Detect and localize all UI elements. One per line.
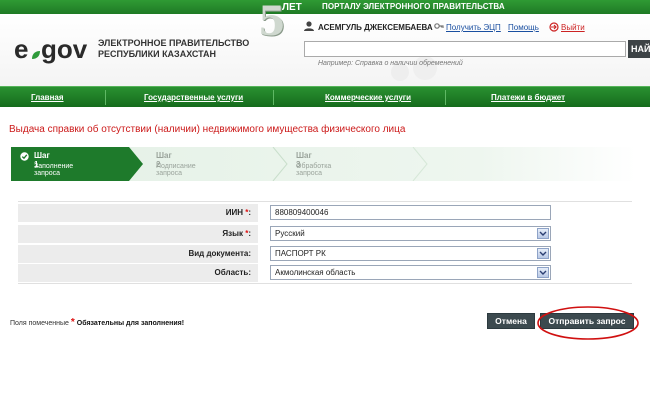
header-watermark-icon [391, 56, 437, 81]
user-icon [304, 21, 314, 31]
nav-separator [445, 90, 446, 105]
logo-gov: gov [41, 34, 88, 64]
label-cell: Область: [18, 264, 258, 282]
cancel-button[interactable]: Отмена [487, 313, 535, 329]
chevron-down-icon[interactable] [537, 228, 549, 239]
page-title: Выдача справки об отсутствии (наличии) н… [9, 124, 406, 135]
get-eds-link[interactable]: Получить ЭЦП [446, 23, 501, 32]
label-cell: Язык *: [18, 225, 258, 243]
doc-type-value: ПАСПОРТ РК [275, 249, 326, 258]
required-note: Поля помеченные * Обязательны для заполн… [10, 317, 185, 328]
nav-item-home[interactable]: Главная [31, 93, 64, 102]
search-hint: Например: Справка о наличии обременений [318, 60, 463, 67]
nav-separator [273, 90, 274, 105]
step-1-subtitle: Заполнение запроса [34, 163, 74, 177]
iin-input[interactable] [270, 205, 551, 220]
language-value: Русский [275, 229, 305, 238]
main-nav: Главная Государственные услуги Коммерчес… [0, 86, 650, 107]
portal-title: ПОРТАЛУ ЭЛЕКТРОННОГО ПРАВИТЕЛЬСТВА [322, 2, 505, 11]
language-label: Язык *: [222, 229, 251, 238]
top-bar: ПОРТАЛУ ЭЛЕКТРОННОГО ПРАВИТЕЛЬСТВА [0, 0, 650, 14]
region-label: Область: [214, 268, 251, 277]
iin-label: ИИН *: [225, 208, 251, 217]
doc-type-label: Вид документа: [188, 249, 251, 258]
form-row-iin: ИИН *: [18, 204, 632, 222]
search-button[interactable]: НАЙ [628, 40, 650, 58]
doc-type-select[interactable]: ПАСПОРТ РК [270, 246, 551, 261]
chevron-down-icon[interactable] [537, 248, 549, 259]
help-link[interactable]: Помощь [508, 23, 539, 32]
user-name: АСЕМГУЛЬ ДЖЕКСЕМБАЕВА [318, 23, 433, 32]
logo-text: ЭЛЕКТРОННОЕ ПРАВИТЕЛЬСТВО РЕСПУБЛИКИ КАЗ… [98, 38, 249, 60]
nav-item-commercial-services[interactable]: Коммерческие услуги [325, 93, 411, 102]
step-3-subtitle: Обработка запроса [296, 163, 332, 177]
form-row-region: Область: Акмолинская область [18, 264, 632, 282]
logo-line-2: РЕСПУБЛИКИ КАЗАХСТАН [98, 49, 217, 59]
label-cell: Вид документа: [18, 245, 258, 263]
form-row-language: Язык *: Русский [18, 225, 632, 243]
wizard-steps: Шаг 1 Заполнение запроса Шаг 2 Подписани… [11, 147, 636, 181]
nav-separator [105, 90, 106, 105]
key-icon [434, 23, 444, 29]
exit-icon [549, 22, 559, 32]
logo-line-1: ЭЛЕКТРОННОЕ ПРАВИТЕЛЬСТВО [98, 38, 250, 48]
nav-item-gov-services[interactable]: Государственные услуги [144, 93, 243, 102]
step-2-subtitle: Подписание запроса [156, 163, 196, 177]
chevron-down-icon[interactable] [537, 267, 549, 278]
badge-label: ЛЕТ [282, 2, 302, 13]
step-check-icon [20, 152, 29, 161]
logo-e: e [14, 34, 29, 64]
form-row-doc-type: Вид документа: ПАСПОРТ РК [18, 245, 632, 263]
exit-link[interactable]: Выйти [561, 23, 585, 32]
region-select[interactable]: Акмолинская область [270, 265, 551, 280]
label-cell: ИИН *: [18, 204, 258, 222]
search-input[interactable] [304, 41, 626, 57]
anniversary-badge: 5 ЛЕТ [252, 0, 310, 45]
region-value: Акмолинская область [275, 268, 356, 277]
language-select[interactable]: Русский [270, 226, 551, 241]
highlight-ellipse [537, 306, 639, 340]
nav-item-budget-payments[interactable]: Платежи в бюджет [491, 93, 565, 102]
leaf-icon [32, 51, 40, 59]
egov-logo[interactable]: e gov [14, 34, 94, 66]
